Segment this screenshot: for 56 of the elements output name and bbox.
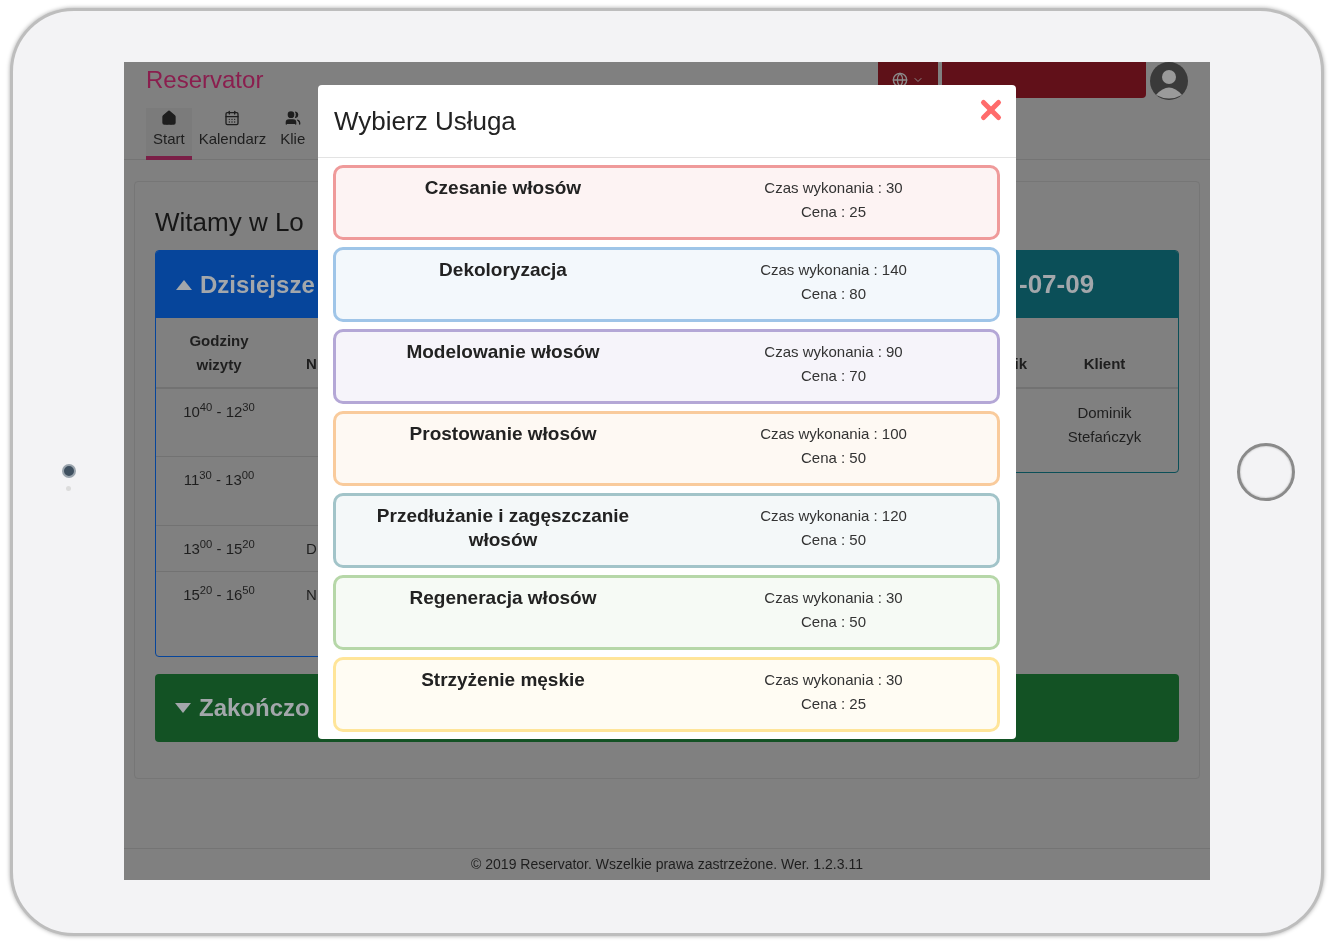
home-button[interactable] xyxy=(1236,443,1295,501)
service-duration: Czas wykonania : 30 xyxy=(764,670,903,690)
calendar-icon xyxy=(224,110,241,126)
service-price: Cena : 70 xyxy=(800,366,866,386)
service-duration: Czas wykonania : 100 xyxy=(760,424,907,444)
nav-tab[interactable]: Kalendarz xyxy=(191,108,274,160)
service-option[interactable]: Przedłużanie i zagęszczanie włosów Czas wykonania : 120 Cena : 50 xyxy=(333,493,1000,568)
panel-title: Zakończo xyxy=(199,693,310,723)
service-option[interactable]: Regeneracja włosów Czas wykonania : 30 Cena : 50 xyxy=(333,575,1000,650)
service-name: Regeneracja włosów xyxy=(409,586,597,610)
column-header: Godziny wizyty xyxy=(188,330,250,375)
table-cell-text: 13$^{00}$ - 15$^{20}$ xyxy=(183,538,255,559)
dialog-title: Wybierz Usługa xyxy=(334,104,516,138)
column-header: ik xyxy=(1014,353,1027,374)
service-option[interactable]: Prostowanie włosów Czas wykonania : 100 Cena : 50 xyxy=(333,411,1000,486)
users-icon xyxy=(284,110,301,126)
page-title: Witamy w Lo xyxy=(155,206,304,239)
table-cell-text: 15$^{20}$ - 16$^{50}$ xyxy=(183,584,255,605)
service-duration: Czas wykonania : 30 xyxy=(764,588,903,608)
service-duration: Czas wykonania : 90 xyxy=(764,342,903,362)
service-name: Prostowanie włosów xyxy=(409,422,597,446)
service-name: Strzyżenie męskie xyxy=(421,668,585,692)
service-option[interactable]: Dekoloryzacja Czas wykonania : 140 Cena : 80 xyxy=(333,247,1000,322)
service-price: Cena : 25 xyxy=(800,202,866,222)
table-cell: D xyxy=(306,540,317,557)
table-cell-text: 11$^{30}$ - 13$^{00}$ xyxy=(183,469,255,490)
service-price: Cena : 80 xyxy=(800,284,866,304)
globe-icon xyxy=(892,72,908,88)
service-duration: Czas wykonania : 30 xyxy=(764,178,903,198)
table-cell: N xyxy=(306,586,317,603)
service-duration: Czas wykonania : 120 xyxy=(760,506,907,526)
service-option[interactable]: Modelowanie włosów Czas wykonania : 90 Cena : 70 xyxy=(333,329,1000,404)
table-cell-text: Dominik Stefańczyk xyxy=(1066,403,1143,447)
service-option[interactable]: Strzyżenie męskie Czas wykonania : 30 Cena : 25 xyxy=(333,657,1000,732)
panel-title[interactable]: Dzisiejsze xyxy=(200,266,315,303)
service-name: Dekoloryzacja xyxy=(439,258,567,282)
service-price: Cena : 50 xyxy=(800,448,866,468)
table-cell-text: 10$^{40}$ - 12$^{30}$ xyxy=(183,401,255,422)
column-header: Klient xyxy=(1083,353,1126,374)
nav-tab[interactable]: Klie xyxy=(273,108,313,160)
camera-icon xyxy=(61,463,76,478)
service-price: Cena : 25 xyxy=(800,694,866,714)
service-price: Cena : 50 xyxy=(800,530,866,550)
sensor-icon xyxy=(66,485,71,491)
home-icon xyxy=(160,110,177,126)
panel-title[interactable]: -07-09 xyxy=(1019,265,1095,304)
nav-tab[interactable]: Start xyxy=(146,108,192,160)
service-name: Modelowanie włosów xyxy=(406,340,600,364)
service-duration: Czas wykonania : 140 xyxy=(760,260,907,280)
footer-text: © 2019 Reservator. Wszelkie prawa zastrzeżone. Wer. 1.2.3.11 xyxy=(471,855,863,874)
column-header: N xyxy=(306,353,317,374)
service-name: Czesanie włosów xyxy=(424,176,582,200)
service-name: Przedłużanie i zagęszczanie włosów xyxy=(375,504,631,552)
service-option[interactable]: Czesanie włosów Czas wykonania : 30 Cena : 25 xyxy=(333,165,1000,240)
service-price: Cena : 50 xyxy=(800,612,866,632)
avatar[interactable] xyxy=(1150,62,1188,100)
